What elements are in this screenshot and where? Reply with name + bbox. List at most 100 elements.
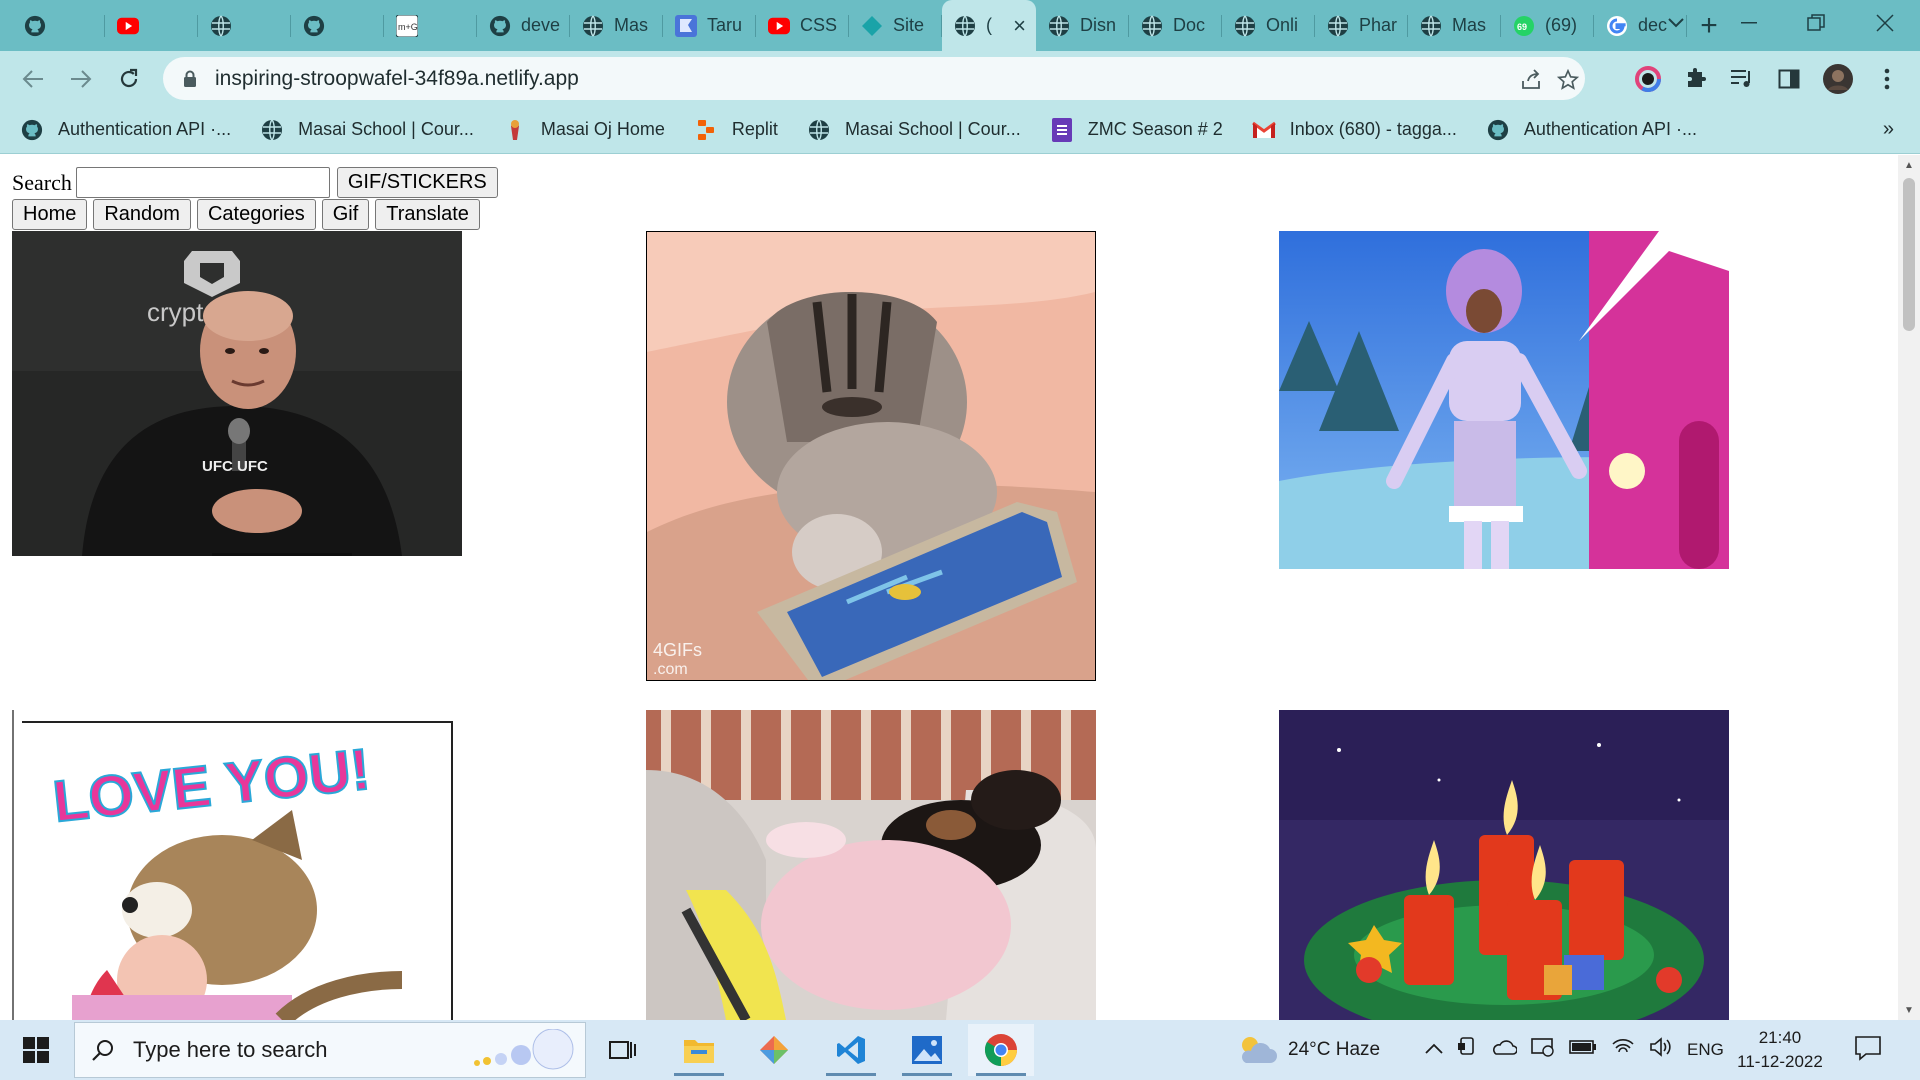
meet-now-icon[interactable] (1457, 1036, 1477, 1064)
4gifs-watermark-text: 4GIFs (653, 640, 702, 660)
tab[interactable]: deve (477, 0, 570, 51)
chrome-taskbar-icon[interactable] (968, 1024, 1034, 1076)
taskbar-search-placeholder: Type here to search (133, 1037, 328, 1062)
tab-title: Mas (614, 15, 649, 35)
tab[interactable]: Taru (663, 0, 756, 51)
tab[interactable]: Disn (1036, 0, 1129, 51)
tab-title: Onli (1266, 15, 1299, 35)
bookmark-star-icon[interactable] (1555, 67, 1581, 93)
sticker-love-you[interactable]: LOVE YOU! (12, 710, 465, 1020)
scroll-up-arrow-icon[interactable]: ▲ (1898, 155, 1920, 175)
bookmark-item[interactable]: Masai School | Cour... (807, 118, 1021, 142)
back-button[interactable] (14, 60, 52, 98)
display-settings-icon[interactable] (1531, 1037, 1555, 1063)
tab[interactable]: Mas (570, 0, 663, 51)
forward-button[interactable] (62, 60, 100, 98)
tab-title: CSS (800, 15, 838, 35)
tab-active[interactable]: (× (942, 0, 1036, 51)
replit-icon (694, 118, 718, 142)
chrome-menu-icon[interactable] (1872, 64, 1902, 94)
share-icon[interactable] (1518, 67, 1544, 93)
taskbar-clock[interactable]: 21:40 11-12-2022 (1735, 1026, 1825, 1074)
tab-search-chevron-icon[interactable] (1641, 0, 1711, 46)
windows-start-icon[interactable] (14, 1033, 58, 1067)
gif-press-conference[interactable]: crypt m UFC UFC (12, 231, 462, 556)
more-bookmarks-icon[interactable]: » (1883, 118, 1894, 141)
restore-button[interactable] (1781, 0, 1851, 46)
gif-winter-doll[interactable] (1279, 231, 1729, 569)
photos-app-icon[interactable] (894, 1024, 960, 1076)
bookmark-item[interactable]: Authentication API ·... (1486, 118, 1697, 142)
gif-kitten-tablet[interactable]: 4GIFs .com (646, 231, 1096, 681)
windows-taskbar: Type here to search 24°C Haze ENG 21:40 … (0, 1020, 1920, 1080)
volume-icon[interactable] (1649, 1037, 1673, 1063)
onedrive-cloud-icon[interactable] (1491, 1039, 1518, 1061)
bookmark-item[interactable]: Masai School | Cour... (260, 118, 474, 142)
color-extension-icon[interactable] (1633, 64, 1663, 94)
tab[interactable] (198, 0, 291, 51)
translate-button[interactable]: Translate (375, 199, 480, 230)
tab[interactable]: Doc (1129, 0, 1222, 51)
categories-button[interactable]: Categories (196, 199, 316, 230)
search-input[interactable] (75, 167, 330, 198)
close-tab-icon[interactable]: × (1013, 13, 1026, 39)
tab[interactable]: Mas (1408, 0, 1501, 51)
lock-icon[interactable] (183, 70, 197, 88)
taskbar-search-box[interactable]: Type here to search (74, 1022, 586, 1078)
scrollbar-thumb[interactable] (1903, 178, 1915, 331)
gif-advent-candles[interactable] (1279, 710, 1729, 1020)
bookmark-item[interactable]: ZMC Season # 2 (1050, 117, 1223, 142)
battery-icon[interactable] (1569, 1039, 1597, 1061)
gif-dog-on-couch[interactable] (646, 710, 1096, 1020)
globe-icon (1141, 15, 1163, 37)
random-button[interactable]: Random (93, 199, 191, 230)
url-text[interactable]: inspiring-stroopwafel-34f89a.netlify.app (215, 67, 579, 91)
reload-button[interactable] (110, 60, 148, 98)
bookmark-item[interactable]: Replit (694, 118, 778, 142)
tab[interactable]: Site (849, 0, 942, 51)
scroll-down-arrow-icon[interactable]: ▼ (1898, 1000, 1920, 1020)
bookmark-item[interactable]: Masai Oj Home (503, 118, 665, 142)
page-scrollbar[interactable]: ▲ ▼ (1898, 155, 1920, 1020)
gif-button[interactable]: Gif (321, 199, 370, 230)
file-explorer-icon[interactable] (666, 1024, 732, 1076)
wifi-icon[interactable] (1611, 1037, 1635, 1063)
search-form: Search GIF/STICKERS (12, 167, 498, 198)
tray-chevron-up-icon[interactable] (1425, 1039, 1443, 1061)
tab[interactable] (291, 0, 384, 51)
git-app-icon[interactable] (741, 1024, 807, 1076)
globe-icon (582, 15, 604, 37)
bookmark-item[interactable]: Authentication API ·... (20, 118, 231, 142)
profile-avatar[interactable] (1823, 64, 1853, 94)
weather-widget[interactable]: 24°C Haze (1236, 1020, 1380, 1080)
netlify-icon (861, 15, 883, 37)
tab[interactable] (12, 0, 105, 51)
svg-text:69: 69 (1517, 22, 1527, 32)
vscode-icon[interactable] (818, 1024, 884, 1076)
extensions-puzzle-icon[interactable] (1681, 64, 1711, 94)
search-icon (91, 1038, 115, 1062)
tab-title: Disn (1080, 15, 1117, 35)
tab[interactable] (105, 0, 198, 51)
home-button[interactable]: Home (12, 199, 88, 230)
tab[interactable]: Onli (1222, 0, 1315, 51)
github-icon (1486, 118, 1510, 142)
tab[interactable]: m+G (384, 0, 477, 51)
bookmark-item[interactable]: Inbox (680) - tagga... (1251, 118, 1457, 142)
tab[interactable]: CSS (756, 0, 849, 51)
media-controls-icon[interactable] (1727, 64, 1757, 94)
minimize-button[interactable] (1714, 0, 1784, 46)
language-indicator[interactable]: ENG (1687, 1040, 1724, 1060)
page-viewport: Search GIF/STICKERS Home Random Categori… (0, 155, 1898, 1020)
close-window-button[interactable] (1850, 0, 1920, 46)
clock-time: 21:40 (1758, 1028, 1802, 1047)
tab[interactable]: 69 (69) (1501, 0, 1594, 51)
notification-center-icon[interactable] (1854, 1034, 1882, 1067)
tab[interactable]: Phar (1315, 0, 1408, 51)
m-g-icon: m+G (396, 14, 418, 37)
masai-icon (503, 118, 527, 142)
side-panel-icon[interactable] (1774, 64, 1804, 94)
address-bar[interactable]: inspiring-stroopwafel-34f89a.netlify.app (163, 57, 1585, 100)
gif-stickers-button[interactable]: GIF/STICKERS (336, 167, 498, 198)
task-view-icon[interactable] (590, 1024, 656, 1076)
